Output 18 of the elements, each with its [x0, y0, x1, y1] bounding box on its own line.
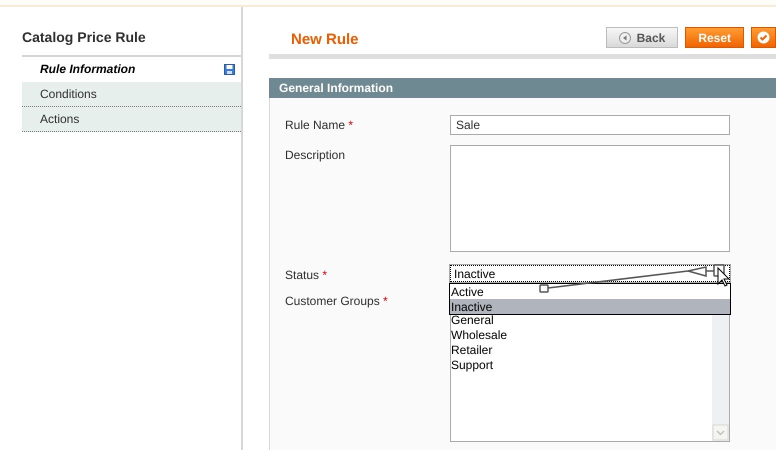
required-mark: * — [322, 268, 328, 282]
field-label: Customer Groups — [285, 294, 381, 308]
required-mark: * — [348, 118, 354, 132]
field-label: Status — [285, 268, 320, 282]
sidebar-tab[interactable]: Actions — [22, 107, 241, 132]
field-label: Rule Name — [285, 118, 346, 132]
required-mark: * — [383, 294, 388, 308]
page-title: New Rule — [290, 31, 359, 50]
field-label: Description — [285, 148, 346, 162]
sidebar-tab[interactable]: Conditions — [22, 82, 241, 107]
check-icon — [757, 31, 770, 44]
text-area[interactable] — [450, 145, 730, 252]
text-field[interactable]: Sale — [450, 115, 730, 135]
dropdown-option[interactable]: Inactive — [450, 299, 730, 314]
back-icon — [618, 32, 631, 44]
save-button[interactable] — [751, 27, 776, 48]
back-button[interactable]: Back — [606, 27, 678, 48]
section-header: General Information — [269, 78, 776, 98]
